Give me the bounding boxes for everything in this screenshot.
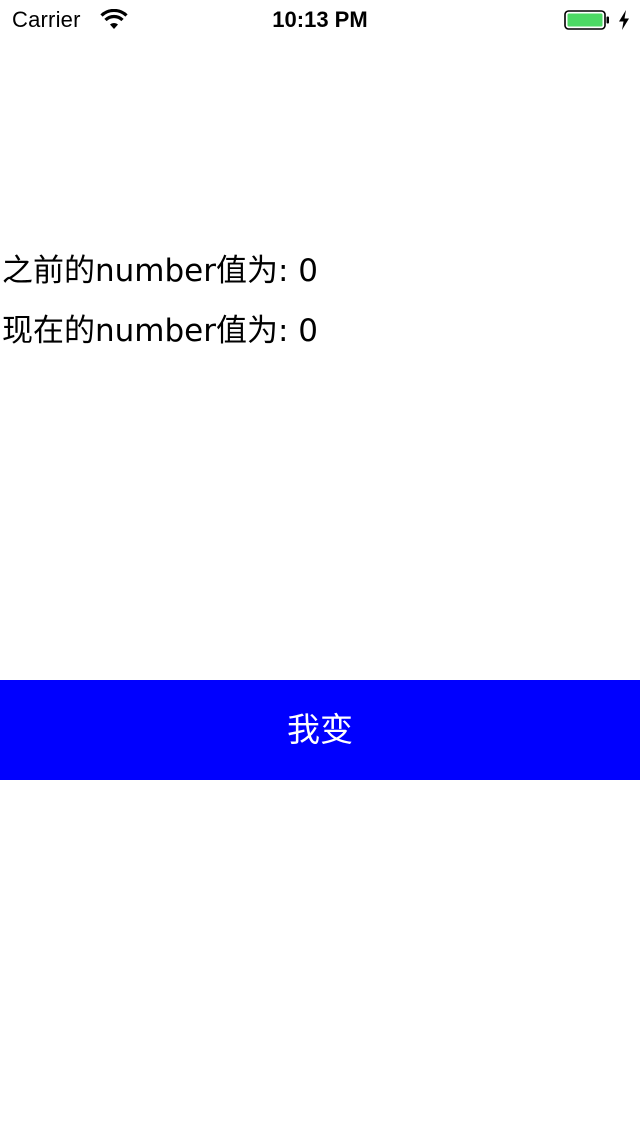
previous-number-label: 之前的number值为: 0 [2,253,319,289]
change-button[interactable]: 我变 [0,680,640,780]
status-time: 10:13 PM [272,7,368,32]
battery-full-icon [564,10,609,30]
app-screen: Carrier 10:13 PM 之前的number值为: 0 现在的numbe… [0,0,640,1136]
charging-bolt-icon [619,10,629,30]
status-bar: Carrier 10:13 PM [0,0,640,40]
current-number-label: 现在的number值为: 0 [2,313,319,349]
